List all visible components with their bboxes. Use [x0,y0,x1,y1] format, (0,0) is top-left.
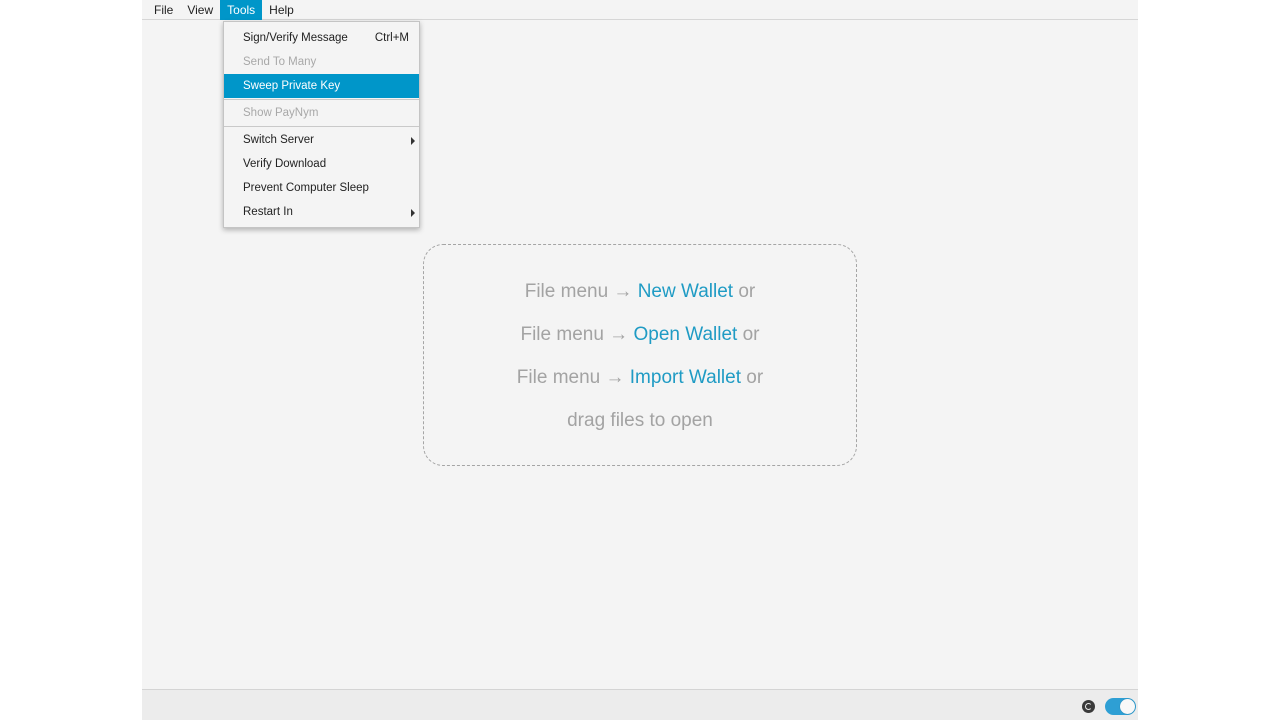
menu-item-label: Sweep Private Key [243,80,341,92]
menu-item-label: Sign/Verify Message [243,32,348,44]
menu-item-send-to-many: Send To Many [224,50,419,74]
drag-files-hint: drag files to open [567,410,713,431]
hint-suffix: or [733,281,756,302]
menu-help[interactable]: Help [262,0,301,20]
menu-item-label: Send To Many [243,56,317,68]
hint-prefix: File menu → [516,367,630,388]
new-wallet-link[interactable]: New Wallet [638,281,733,302]
theme-toggle-switch[interactable] [1105,698,1136,715]
menu-file[interactable]: File [147,0,180,20]
menu-view[interactable]: View [180,0,220,20]
app-window: File View Tools Help File menu → New Wal… [142,0,1138,720]
menu-item-label: Restart In [243,206,293,218]
menu-item-prevent-computer-sleep[interactable]: Prevent Computer Sleep [224,176,419,200]
tor-onion-icon[interactable] [1082,700,1095,713]
menu-item-label: Switch Server [243,134,314,146]
hint-prefix: File menu → [520,324,634,345]
open-wallet-link[interactable]: Open Wallet [633,324,737,345]
tools-dropdown-menu: Sign/Verify Message Ctrl+M Send To Many … [223,21,420,228]
submenu-arrow-icon [411,209,415,217]
menu-item-sweep-private-key[interactable]: Sweep Private Key [224,74,419,98]
status-bar [142,689,1138,720]
import-wallet-link[interactable]: Import Wallet [630,367,741,388]
menu-separator [224,99,419,100]
menu-item-label: Prevent Computer Sleep [243,182,369,194]
menu-item-label: Show PayNym [243,107,319,119]
hint-suffix: or [741,367,764,388]
menu-item-label: Verify Download [243,158,327,170]
open-wallet-hint: File menu → Open Wallet or [424,322,856,348]
menu-item-sign-verify-message[interactable]: Sign/Verify Message Ctrl+M [224,26,419,50]
menu-item-switch-server[interactable]: Switch Server [224,128,419,152]
menu-tools[interactable]: Tools [220,0,263,20]
submenu-arrow-icon [411,137,415,145]
menu-bar: File View Tools Help [142,0,1138,20]
menu-item-show-paynym: Show PayNym [224,101,419,125]
toggle-knob [1120,699,1135,714]
hint-prefix: File menu → [524,281,638,302]
menu-item-shortcut: Ctrl+M [374,32,409,44]
menu-separator [224,126,419,127]
new-wallet-hint: File menu → New Wallet or [424,279,856,305]
menu-item-verify-download[interactable]: Verify Download [224,152,419,176]
import-wallet-hint: File menu → Import Wallet or [424,365,856,391]
menu-item-restart-in[interactable]: Restart In [224,200,419,224]
hint-suffix: or [737,324,760,345]
wallet-drop-zone[interactable]: File menu → New Wallet or File menu → Op… [423,244,857,466]
